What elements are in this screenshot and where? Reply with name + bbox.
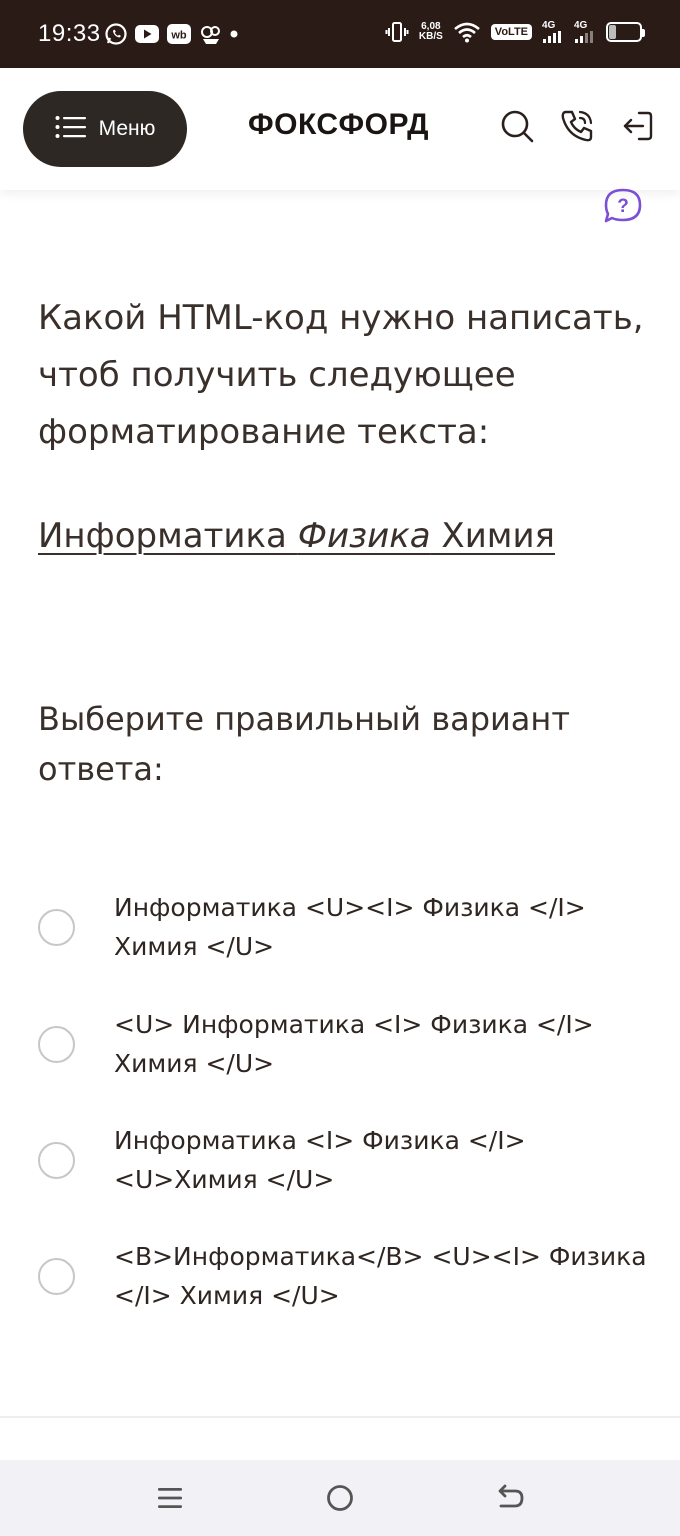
wildberries-icon: wb: [166, 23, 192, 45]
answer-option-label: <B>Информатика</B> <U><I> Физика </I> Хи…: [114, 1242, 647, 1310]
navigation-bar: [0, 1460, 680, 1536]
answer-option[interactable]: Информатика <I> Физика </I> <U>Химия </U…: [38, 1121, 648, 1199]
system-icons: 6,08 KB/S VoLTE 4G 4G 22: [385, 20, 645, 44]
question-text: Какой HTML-код нужно написать, чтоб полу…: [38, 298, 644, 452]
notification-icons: wb: [104, 22, 238, 46]
example-part-2: Физика: [297, 516, 431, 556]
answer-option-label: Информатика <I> Физика </I> <U>Химия </U…: [114, 1126, 526, 1194]
answer-option-label: <U> Информатика <I> Физика </I> Химия </…: [114, 1010, 594, 1078]
app-icon: [198, 22, 224, 46]
battery-level: 22: [616, 24, 632, 40]
network-speed-unit: KB/S: [418, 31, 443, 42]
battery-fill: [609, 25, 617, 39]
menu-label: Меню: [98, 117, 156, 140]
recent-apps-icon[interactable]: [150, 1478, 190, 1518]
login-icon[interactable]: [619, 108, 655, 144]
sim1-type: 4G: [542, 20, 556, 31]
site-header: Меню ФОКСФОРД: [0, 68, 680, 190]
menu-button[interactable]: Меню: [23, 91, 187, 167]
sim2-type: 4G: [574, 20, 588, 31]
network-speed: 6,08 KB/S: [419, 22, 443, 42]
logo[interactable]: ФОКСФОРД: [248, 108, 429, 142]
menu-icon: [55, 115, 87, 143]
vibrate-icon: [385, 20, 409, 44]
help-icon[interactable]: ?: [604, 188, 642, 224]
phone-icon[interactable]: [559, 108, 595, 144]
divider: [0, 1416, 680, 1418]
back-icon[interactable]: [490, 1478, 530, 1518]
dot-icon: [230, 30, 238, 38]
answer-option[interactable]: <B>Информатика</B> <U><I> Физика </I> Хи…: [38, 1237, 648, 1315]
youtube-icon: [134, 24, 160, 44]
radio-button[interactable]: [38, 909, 75, 946]
svg-text:?: ?: [617, 196, 629, 217]
answer-option[interactable]: Информатика <U><I> Физика </I> Химия </U…: [38, 888, 648, 966]
wifi-icon: [453, 21, 481, 43]
volte-badge: VoLTE: [490, 24, 532, 40]
status-time: 19:33: [38, 20, 101, 47]
radio-button[interactable]: [38, 1258, 75, 1295]
answer-option-label: Информатика <U><I> Физика </I> Химия </U…: [114, 893, 586, 961]
example-part-1: Информатика: [38, 516, 298, 556]
status-bar: 19:33 wb 6,08 KB/S VoLTE 4G 4G 22: [0, 0, 680, 68]
search-icon[interactable]: [499, 108, 535, 144]
svg-text:wb: wb: [170, 30, 187, 42]
answer-option[interactable]: <U> Информатика <I> Физика </I> Химия </…: [38, 1005, 648, 1083]
formatted-example: Информатика Физика Химия: [38, 514, 555, 558]
answer-instruction: Выберите правильный вариант ответа:: [38, 700, 570, 788]
radio-button[interactable]: [38, 1142, 75, 1179]
radio-button[interactable]: [38, 1026, 75, 1063]
signal-icon: 4G: [542, 21, 564, 43]
battery-icon: 22: [606, 22, 645, 42]
signal-icon: 4G: [574, 21, 596, 43]
whatsapp-icon: [104, 22, 128, 46]
home-icon[interactable]: [320, 1478, 360, 1518]
example-part-3: Химия: [430, 516, 556, 556]
